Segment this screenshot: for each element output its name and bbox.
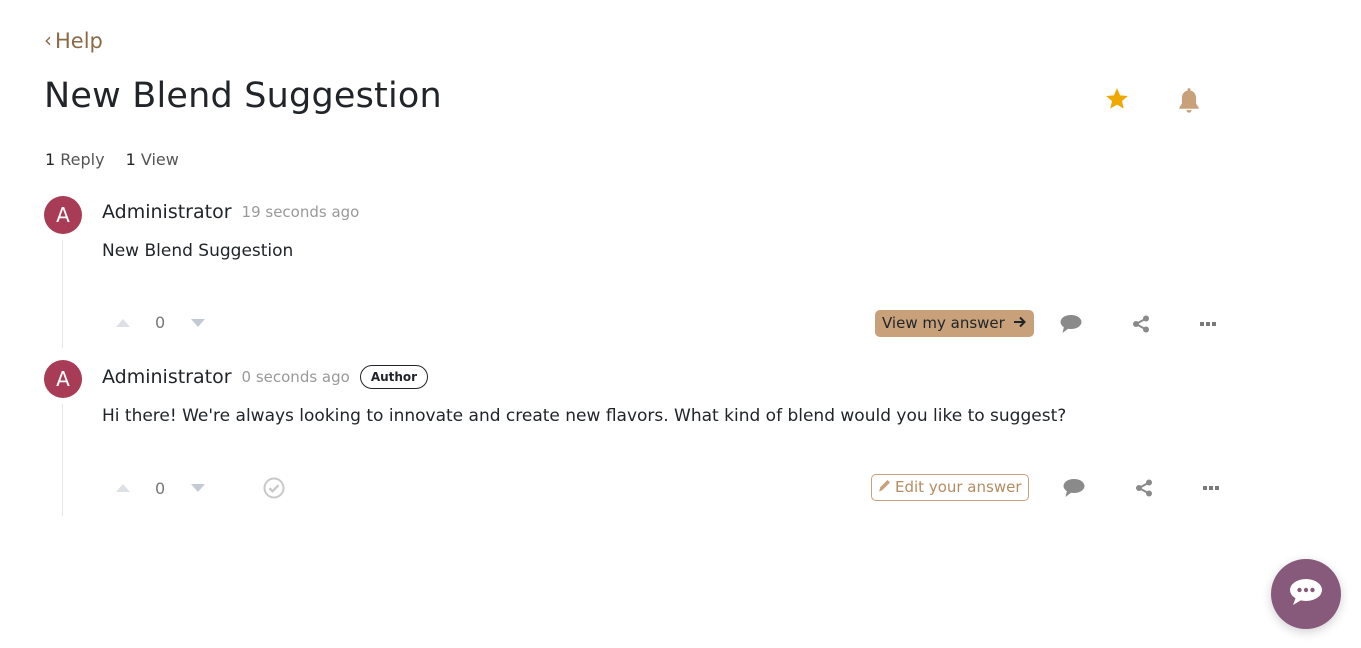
- bell-icon[interactable]: [1176, 86, 1202, 120]
- accept-answer-icon[interactable]: [263, 477, 285, 499]
- more-options-icon[interactable]: [1202, 485, 1219, 490]
- thread-stats: 1 Reply 1 View: [45, 150, 179, 169]
- chat-bubble-icon: [1289, 578, 1323, 610]
- author-name[interactable]: Administrator: [102, 366, 232, 388]
- post-content: New Blend Suggestion: [102, 241, 294, 261]
- star-icon[interactable]: [1104, 86, 1130, 116]
- upvote-icon[interactable]: [116, 483, 130, 493]
- view-my-answer-button[interactable]: View my answer: [875, 310, 1034, 337]
- vote-count: 0: [155, 313, 166, 332]
- comment-icon[interactable]: [1063, 478, 1085, 498]
- back-link-label: Help: [55, 29, 103, 53]
- thread-line: [62, 240, 63, 348]
- thread-line: [62, 404, 63, 516]
- vote-controls: 0: [116, 477, 285, 499]
- vote-count: 0: [155, 478, 166, 498]
- avatar[interactable]: A: [44, 196, 82, 234]
- more-options-icon[interactable]: [1199, 321, 1216, 326]
- edit-your-answer-button[interactable]: Edit your answer: [871, 474, 1029, 501]
- chevron-left-icon: ‹: [44, 28, 52, 52]
- post-time: 0 seconds ago: [241, 368, 350, 386]
- pencil-icon: [878, 478, 891, 496]
- views-stat: 1 View: [125, 150, 179, 169]
- post-content: Hi there! We're always looking to innova…: [102, 406, 1067, 426]
- share-icon[interactable]: [1132, 315, 1150, 333]
- downvote-icon[interactable]: [191, 483, 206, 493]
- avatar[interactable]: A: [44, 360, 82, 398]
- comment-icon[interactable]: [1060, 314, 1082, 334]
- post-actions: View my answer: [875, 310, 1216, 337]
- author-badge: Author: [359, 365, 429, 389]
- live-chat-button[interactable]: [1271, 559, 1341, 629]
- post-time: 19 seconds ago: [241, 203, 360, 221]
- vote-controls: 0: [116, 313, 206, 332]
- back-to-help-link[interactable]: ‹ Help: [44, 28, 103, 53]
- downvote-icon[interactable]: [191, 318, 206, 328]
- page-title: New Blend Suggestion: [44, 76, 442, 116]
- share-icon[interactable]: [1135, 479, 1153, 497]
- post-actions: Edit your answer: [871, 474, 1219, 501]
- arrow-right-icon: [1013, 314, 1026, 332]
- author-name[interactable]: Administrator: [102, 201, 232, 223]
- replies-stat: 1 Reply: [45, 150, 105, 169]
- upvote-icon[interactable]: [116, 318, 130, 328]
